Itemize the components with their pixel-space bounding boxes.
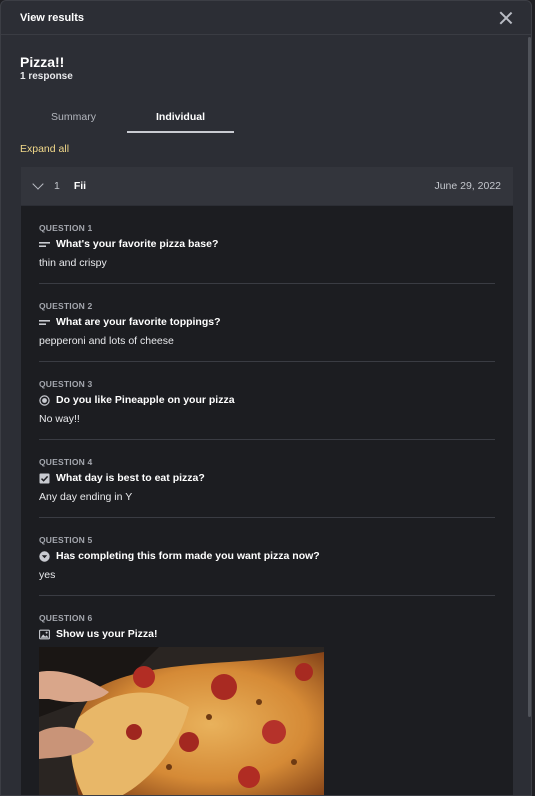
text-answer-icon xyxy=(39,317,50,328)
question-title-row: Show us your Pizza! xyxy=(39,628,495,640)
question-label: QUESTION 2 xyxy=(39,301,93,311)
question-title-row: Has completing this form made you want p… xyxy=(39,550,495,562)
response-count: 1 response xyxy=(20,71,73,82)
question-label: QUESTION 5 xyxy=(39,535,93,545)
form-title: Pizza!! xyxy=(20,54,65,70)
image-icon xyxy=(39,629,50,640)
response-header[interactable]: 1 Fii June 29, 2022 xyxy=(21,167,513,205)
response-date: June 29, 2022 xyxy=(434,180,501,192)
response-number: 1 xyxy=(54,180,60,192)
question-label: QUESTION 1 xyxy=(39,223,93,233)
text-answer-icon xyxy=(39,239,50,250)
tabs: Summary Individual xyxy=(20,105,234,133)
respondent-name: Fii xyxy=(73,180,87,192)
dialog-header: View results xyxy=(1,1,531,35)
question-title: What day is best to eat pizza? xyxy=(56,472,205,484)
question-answer: Any day ending in Y xyxy=(39,491,133,503)
question-title: What's your favorite pizza base? xyxy=(56,238,219,250)
question-title-row: Do you like Pineapple on your pizza xyxy=(39,394,495,406)
question-label: QUESTION 3 xyxy=(39,379,93,389)
question-label: QUESTION 6 xyxy=(39,613,93,623)
question-block: QUESTION 4 What day is best to eat pizza… xyxy=(39,440,495,518)
pizza-photo[interactable] xyxy=(39,647,324,796)
question-answer: No way!! xyxy=(39,413,80,425)
radio-icon xyxy=(39,394,50,406)
question-block: QUESTION 5 Has completing this form made… xyxy=(39,518,495,596)
question-block: QUESTION 1 What's your favorite pizza ba… xyxy=(39,206,495,284)
tab-summary[interactable]: Summary xyxy=(20,105,127,133)
question-block: QUESTION 6 Show us your Pizza! xyxy=(39,596,495,796)
checkbox-icon xyxy=(39,473,50,484)
question-title: Do you like Pineapple on your pizza xyxy=(56,394,235,406)
tab-individual[interactable]: Individual xyxy=(127,105,234,133)
question-answer: yes xyxy=(39,569,56,581)
question-answer: thin and crispy xyxy=(39,257,107,269)
question-answer: pepperoni and lots of cheese xyxy=(39,335,174,347)
question-title-row: What are your favorite toppings? xyxy=(39,316,495,328)
question-title: Has completing this form made you want p… xyxy=(56,550,320,562)
question-title-row: What's your favorite pizza base? xyxy=(39,238,495,250)
answers-panel: QUESTION 1 What's your favorite pizza ba… xyxy=(21,206,513,796)
scrollbar[interactable] xyxy=(528,37,531,717)
chevron-down-icon[interactable] xyxy=(32,178,44,190)
question-title: What are your favorite toppings? xyxy=(56,316,221,328)
dialog-title: View results xyxy=(20,11,84,24)
question-title-row: What day is best to eat pizza? xyxy=(39,472,495,484)
question-title: Show us your Pizza! xyxy=(56,628,158,640)
question-block: QUESTION 2 What are your favorite toppin… xyxy=(39,284,495,362)
view-results-dialog: View results Pizza!! 1 response Summary … xyxy=(0,0,532,796)
close-icon[interactable] xyxy=(499,11,513,25)
question-label: QUESTION 4 xyxy=(39,457,93,467)
dropdown-icon xyxy=(39,550,50,562)
expand-all-link[interactable]: Expand all xyxy=(20,143,69,155)
question-block: QUESTION 3 Do you like Pineapple on your… xyxy=(39,362,495,440)
